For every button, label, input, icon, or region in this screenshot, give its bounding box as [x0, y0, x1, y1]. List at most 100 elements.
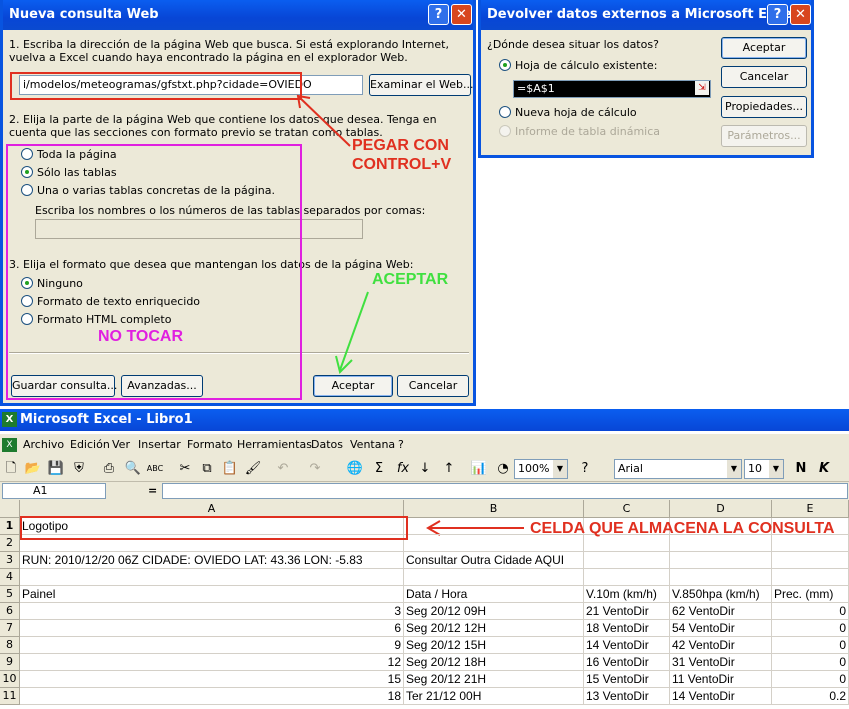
cell-c3[interactable]: [584, 552, 670, 569]
cell-b5[interactable]: Data / Hora: [404, 586, 584, 603]
cell-b7[interactable]: Seg 20/12 12H: [404, 620, 584, 637]
sort-asc-icon[interactable]: ↓: [416, 460, 434, 478]
cell-c6[interactable]: 21 VentoDir: [584, 603, 670, 620]
cell-e8[interactable]: 0: [772, 637, 849, 654]
cell-b9[interactable]: Seg 20/12 18H: [404, 654, 584, 671]
cell-e5[interactable]: Prec. (mm): [772, 586, 849, 603]
row-header[interactable]: 8: [0, 637, 20, 654]
row-header[interactable]: 1: [0, 518, 20, 535]
bold-icon[interactable]: N: [792, 460, 810, 478]
menu-datos[interactable]: Datos: [311, 434, 343, 456]
hyperlink-icon[interactable]: 🌐: [346, 460, 364, 478]
excel-title-bar[interactable]: X Microsoft Excel - Libro1: [0, 409, 849, 431]
italic-icon[interactable]: K: [815, 460, 833, 478]
cell-d10[interactable]: 11 VentoDir: [670, 671, 772, 688]
cell-d11[interactable]: 14 VentoDir: [670, 688, 772, 705]
undo-icon[interactable]: ↶: [274, 460, 292, 478]
column-header-e[interactable]: E: [772, 500, 849, 518]
cell-a7[interactable]: 6: [20, 620, 404, 637]
cell-c4[interactable]: [584, 569, 670, 586]
cell-a3[interactable]: RUN: 2010/12/20 06Z CIDADE: OVIEDO LAT: …: [20, 552, 404, 569]
redo-icon[interactable]: ↷: [306, 460, 324, 478]
print-icon[interactable]: ⎙: [100, 460, 118, 478]
cell-e4[interactable]: [772, 569, 849, 586]
zoom-select[interactable]: 100% ▼: [514, 459, 568, 479]
workbook-icon[interactable]: X: [2, 438, 17, 452]
name-box[interactable]: A1: [2, 483, 106, 499]
row-header[interactable]: 2: [0, 535, 20, 552]
cell-d5[interactable]: V.850hpa (km/h): [670, 586, 772, 603]
menu-archivo[interactable]: Archivo: [23, 434, 64, 456]
row-header[interactable]: 5: [0, 586, 20, 603]
paste-icon[interactable]: 📋: [221, 460, 239, 478]
cell-c11[interactable]: 13 VentoDir: [584, 688, 670, 705]
cell-e9[interactable]: 0: [772, 654, 849, 671]
open-icon[interactable]: 📂: [24, 460, 42, 478]
select-all-corner[interactable]: [0, 500, 20, 518]
spelling-icon[interactable]: ABC: [146, 460, 164, 478]
cell-b3[interactable]: Consultar Outra Cidade AQUI: [404, 552, 584, 569]
help-icon[interactable]: ?: [576, 460, 594, 478]
menu-insertar[interactable]: Insertar: [138, 434, 181, 456]
format-painter-icon[interactable]: 🖌: [244, 460, 262, 478]
cell-b8[interactable]: Seg 20/12 15H: [404, 637, 584, 654]
chart-icon[interactable]: 📊: [470, 460, 488, 478]
column-header-b[interactable]: B: [404, 500, 584, 518]
function-icon[interactable]: fx: [394, 460, 412, 478]
menu-edicion[interactable]: Edición: [70, 434, 110, 456]
cell-a9[interactable]: 12: [20, 654, 404, 671]
menu-help[interactable]: ?: [398, 434, 404, 456]
row-header[interactable]: 7: [0, 620, 20, 637]
cell-d6[interactable]: 62 VentoDir: [670, 603, 772, 620]
cell-b10[interactable]: Seg 20/12 21H: [404, 671, 584, 688]
chevron-down-icon[interactable]: ▼: [727, 460, 741, 478]
menu-herramientas[interactable]: Herramientas: [237, 434, 312, 456]
size-select[interactable]: 10 ▼: [744, 459, 784, 479]
cell-d8[interactable]: 42 VentoDir: [670, 637, 772, 654]
sort-desc-icon[interactable]: ↑: [440, 460, 458, 478]
row-header[interactable]: 4: [0, 569, 20, 586]
cell-a6[interactable]: 3: [20, 603, 404, 620]
cell-c10[interactable]: 15 VentoDir: [584, 671, 670, 688]
cell-a10[interactable]: 15: [20, 671, 404, 688]
cut-icon[interactable]: ✂: [176, 460, 194, 478]
save-icon[interactable]: 💾: [47, 460, 65, 478]
cell-e7[interactable]: 0: [772, 620, 849, 637]
print-preview-icon[interactable]: 🔍: [124, 460, 142, 478]
cell-c8[interactable]: 14 VentoDir: [584, 637, 670, 654]
cell-a4[interactable]: [20, 569, 404, 586]
cell-a11[interactable]: 18: [20, 688, 404, 705]
formula-input[interactable]: [162, 483, 848, 499]
cell-e10[interactable]: 0: [772, 671, 849, 688]
cell-e11[interactable]: 0.2: [772, 688, 849, 705]
menu-formato[interactable]: Formato: [187, 434, 233, 456]
autosum-icon[interactable]: Σ: [370, 460, 388, 478]
cell-a5[interactable]: Painel: [20, 586, 404, 603]
column-header-d[interactable]: D: [670, 500, 772, 518]
cell-c5[interactable]: V.10m (km/h): [584, 586, 670, 603]
chevron-down-icon[interactable]: ▼: [769, 460, 783, 478]
drawing-icon[interactable]: ◔: [494, 460, 512, 478]
cell-d3[interactable]: [670, 552, 772, 569]
copy-icon[interactable]: ⧉: [198, 460, 216, 478]
permission-icon[interactable]: ⛨: [70, 460, 88, 478]
menu-ver[interactable]: Ver: [112, 434, 130, 456]
cell-b6[interactable]: Seg 20/12 09H: [404, 603, 584, 620]
cell-d4[interactable]: [670, 569, 772, 586]
cell-b11[interactable]: Ter 21/12 00H: [404, 688, 584, 705]
cell-b4[interactable]: [404, 569, 584, 586]
menu-ventana[interactable]: Ventana: [350, 434, 395, 456]
cell-d9[interactable]: 31 VentoDir: [670, 654, 772, 671]
column-header-c[interactable]: C: [584, 500, 670, 518]
cell-a8[interactable]: 9: [20, 637, 404, 654]
cell-e6[interactable]: 0: [772, 603, 849, 620]
cell-c9[interactable]: 16 VentoDir: [584, 654, 670, 671]
new-icon[interactable]: 🗋: [2, 460, 20, 478]
font-select[interactable]: Arial ▼: [614, 459, 742, 479]
row-header[interactable]: 11: [0, 688, 20, 705]
cell-c7[interactable]: 18 VentoDir: [584, 620, 670, 637]
chevron-down-icon[interactable]: ▼: [553, 460, 567, 478]
row-header[interactable]: 3: [0, 552, 20, 569]
cell-e3[interactable]: [772, 552, 849, 569]
row-header[interactable]: 9: [0, 654, 20, 671]
